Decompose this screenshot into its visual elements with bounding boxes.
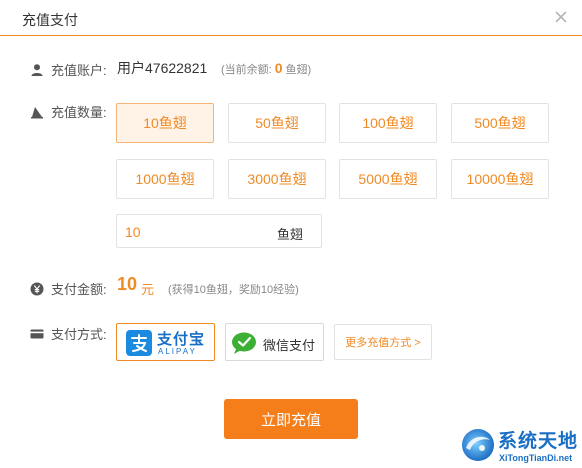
- wechat-icon: [232, 332, 256, 354]
- balance-value: 0: [274, 60, 283, 76]
- yuan-icon: [30, 282, 44, 295]
- amount-label: 支付金额:: [51, 282, 107, 297]
- alipay-subtext: ALIPAY: [158, 347, 197, 356]
- account-label: 充值账户:: [51, 63, 107, 78]
- amount-unit: 元: [141, 282, 155, 297]
- watermark-logo: 系统天地 XiTongTianDi.net: [458, 424, 582, 468]
- balance-info: (当前余额: 0 鱼翅): [221, 60, 311, 77]
- option-50[interactable]: 50鱼翅: [228, 103, 326, 143]
- amount-label-group: 支付金额:: [30, 279, 107, 298]
- quantity-label: 充值数量:: [51, 105, 107, 120]
- quantity-label-group: 充值数量:: [30, 102, 107, 121]
- wechat-pay-option[interactable]: 微信支付: [225, 323, 324, 361]
- title-bar: 充值支付: [0, 0, 582, 36]
- alipay-text: 支付宝: [157, 331, 206, 348]
- method-label: 支付方式:: [51, 327, 107, 342]
- watermark-swirl-icon: [462, 429, 494, 461]
- option-1000[interactable]: 1000鱼翅: [116, 159, 214, 199]
- method-label-group: 支付方式:: [30, 324, 107, 343]
- fin-icon: [31, 106, 43, 118]
- watermark-title: 系统天地: [498, 431, 579, 452]
- recharge-dialog: 充值支付 充值账户: 用户47622821 (当前余额: 0 鱼翅) 充值数量: 1…: [0, 0, 582, 468]
- custom-quantity-input[interactable]: [125, 222, 255, 242]
- user-icon: [31, 63, 43, 76]
- account-label-group: 充值账户:: [30, 60, 107, 79]
- account-value: 用户47622821: [117, 60, 208, 76]
- wechat-pay-text: 微信支付: [263, 338, 316, 353]
- card-icon: [30, 329, 44, 338]
- amount-value: 10: [117, 274, 138, 294]
- option-500[interactable]: 500鱼翅: [451, 103, 549, 143]
- balance-suffix: 鱼翅): [285, 64, 312, 76]
- option-5000[interactable]: 5000鱼翅: [339, 159, 437, 199]
- option-100[interactable]: 100鱼翅: [339, 103, 437, 143]
- close-icon[interactable]: [552, 8, 570, 26]
- balance-prefix: (当前余额:: [221, 64, 272, 76]
- watermark-url: XiTongTianDi.net: [499, 453, 573, 463]
- alipay-option[interactable]: 支付宝 ALIPAY: [116, 323, 215, 361]
- dialog-title: 充值支付: [22, 12, 78, 28]
- option-10[interactable]: 10鱼翅: [116, 103, 214, 143]
- option-3000[interactable]: 3000鱼翅: [228, 159, 326, 199]
- option-10000[interactable]: 10000鱼翅: [451, 159, 549, 199]
- more-methods-button[interactable]: 更多充值方式 >: [334, 324, 432, 360]
- amount-note: (获得10鱼翅，奖励10经验): [168, 284, 299, 296]
- custom-quantity-unit: 鱼翅: [277, 227, 304, 242]
- custom-quantity-field: 鱼翅: [116, 214, 322, 248]
- recharge-now-button[interactable]: 立即充值: [224, 399, 358, 439]
- alipay-icon: [126, 330, 152, 356]
